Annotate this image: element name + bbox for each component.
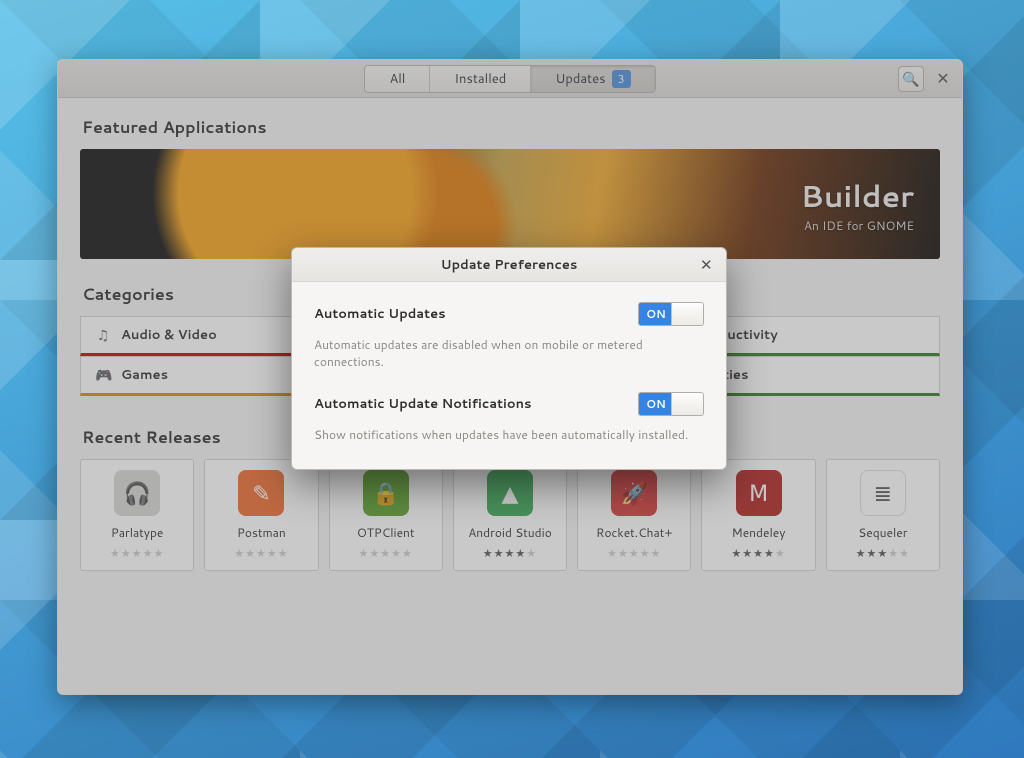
dialog-title: Update Preferences (441, 256, 578, 274)
dialog-header: Update Preferences ✕ (292, 248, 726, 282)
automatic-updates-toggle[interactable]: ON (638, 302, 704, 326)
dialog-close-button[interactable]: ✕ (694, 253, 718, 277)
switch-knob (671, 303, 703, 325)
automatic-notifications-label: Automatic Update Notifications (314, 395, 532, 413)
switch-on-text: ON (639, 303, 673, 325)
automatic-updates-description: Automatic updates are disabled when on m… (314, 336, 704, 370)
automatic-notifications-description: Show notifications when updates have bee… (314, 426, 704, 443)
update-preferences-dialog: Update Preferences ✕ Automatic Updates O… (291, 247, 727, 470)
automatic-updates-label: Automatic Updates (314, 305, 446, 323)
switch-knob (671, 393, 703, 415)
close-icon: ✕ (700, 257, 713, 274)
automatic-notifications-toggle[interactable]: ON (638, 392, 704, 416)
switch-on-text: ON (639, 393, 673, 415)
